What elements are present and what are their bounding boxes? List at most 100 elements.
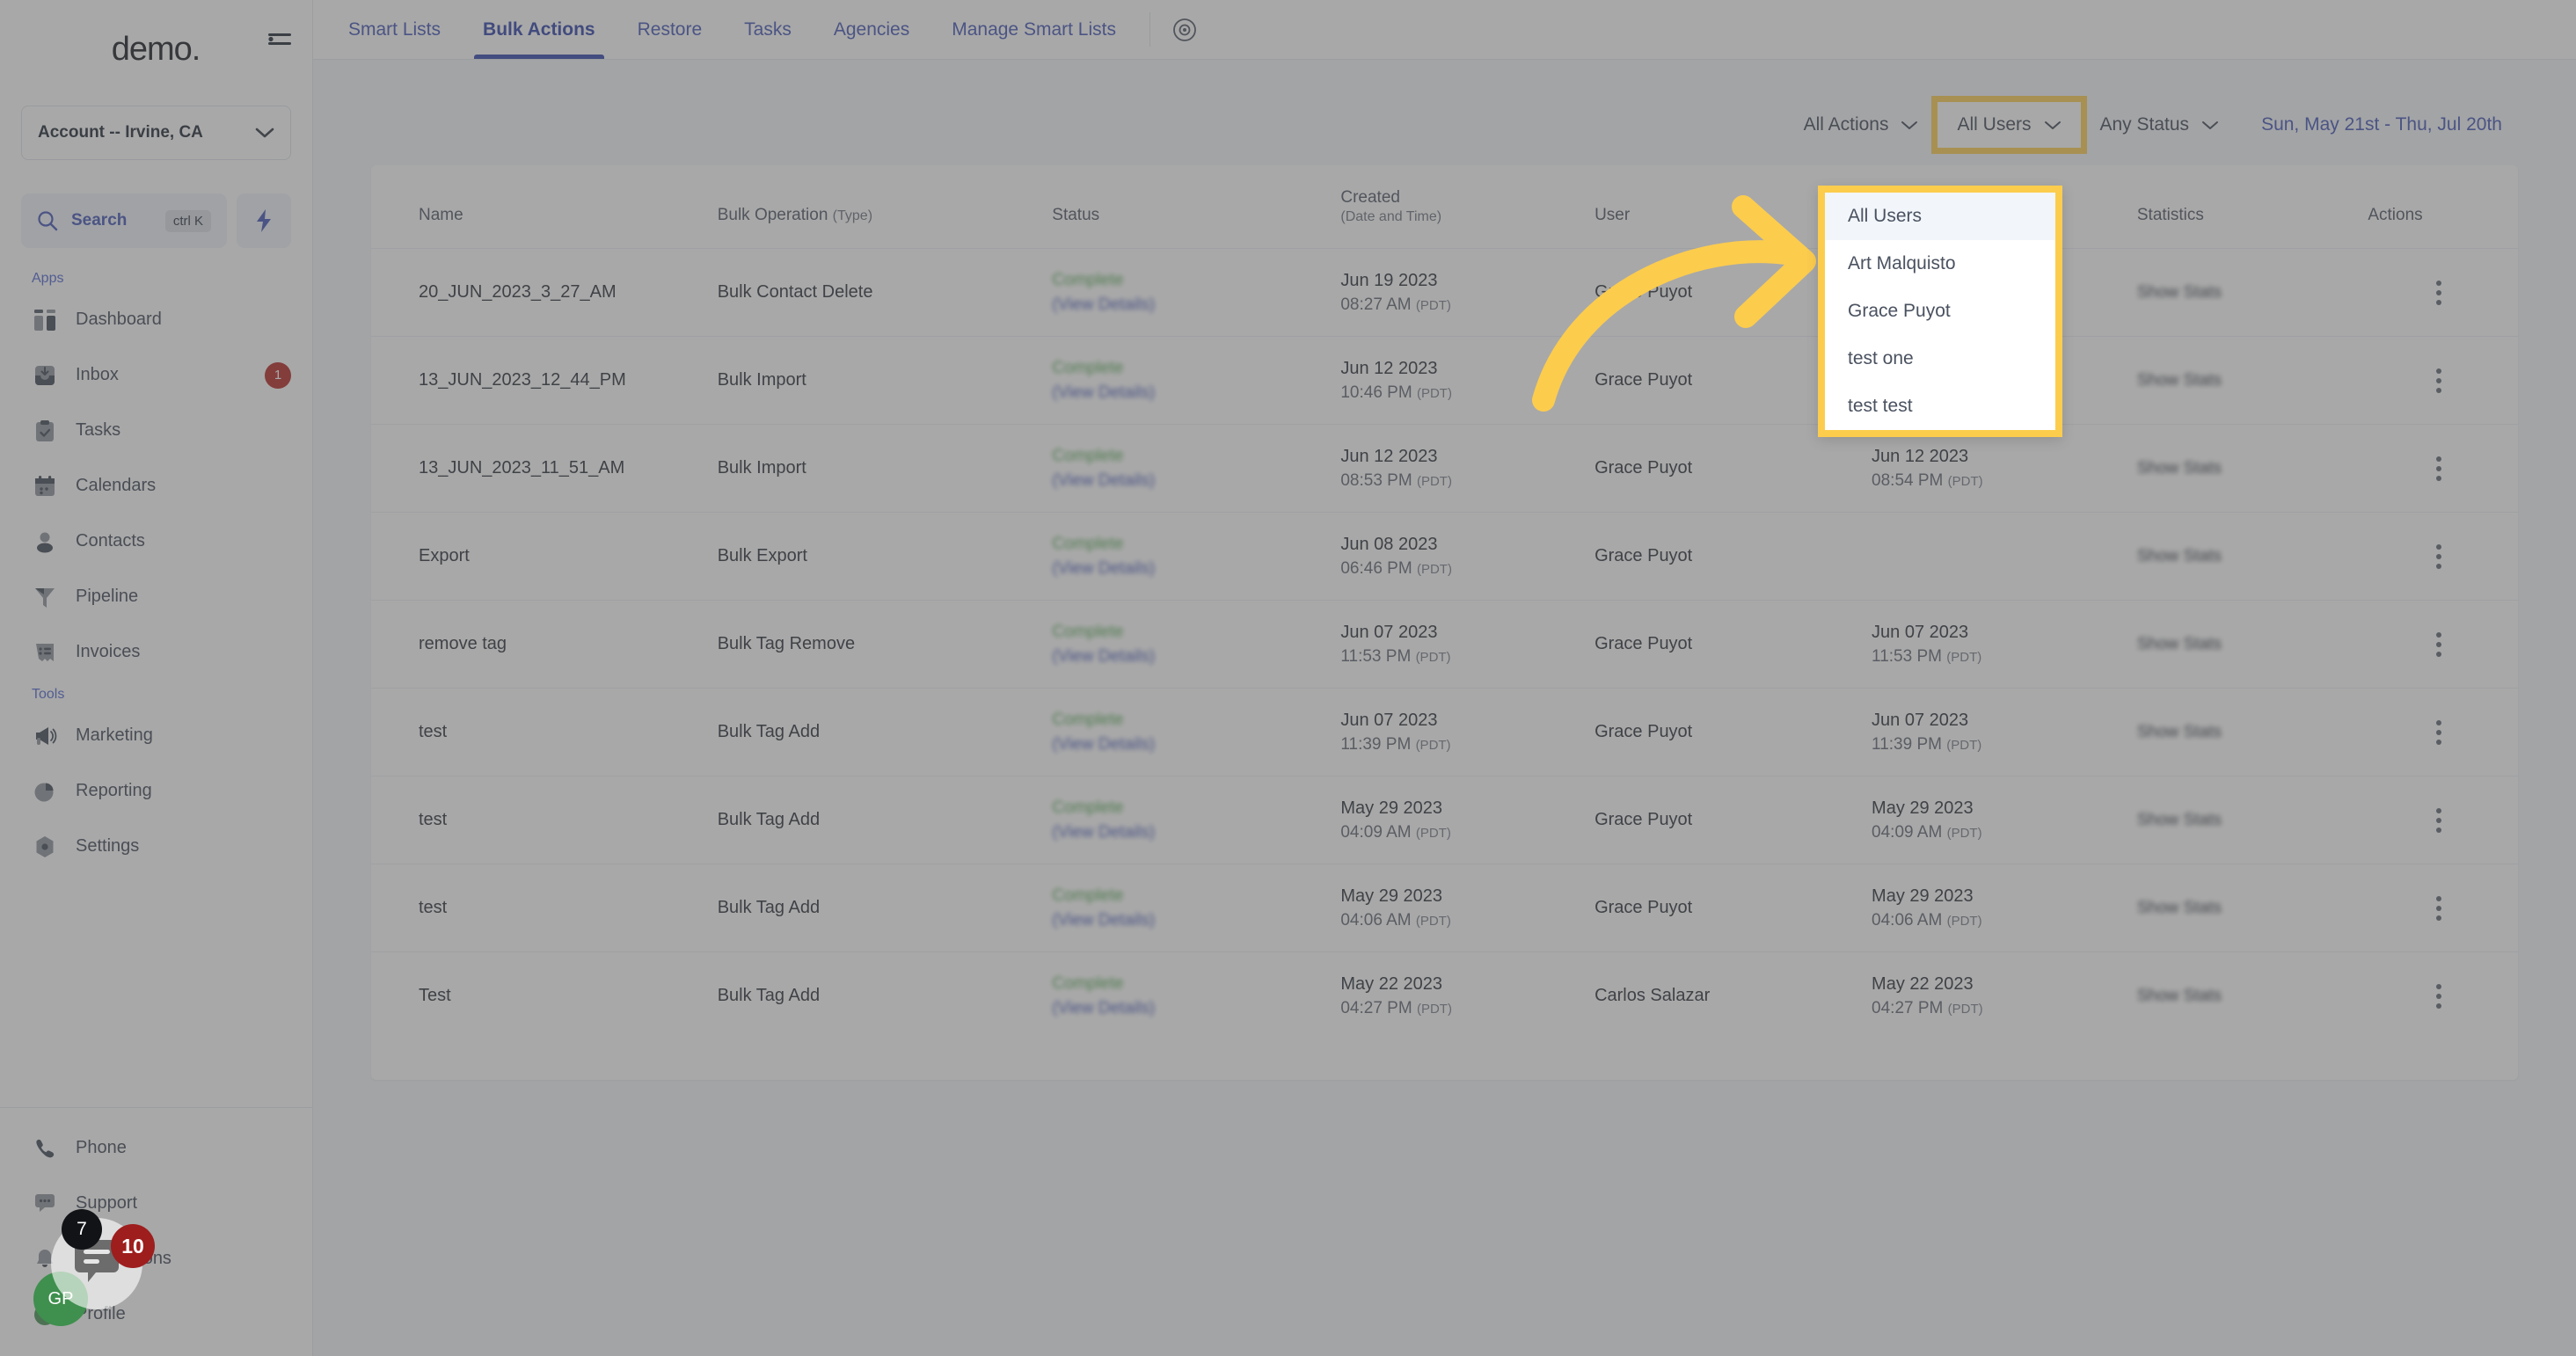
- table-row[interactable]: test Bulk Tag Add Complete (View Details) Ma…: [371, 864, 2518, 952]
- show-stats-link[interactable]: Show Stats: [2137, 899, 2222, 917]
- sidebar-item-support[interactable]: Support: [0, 1176, 312, 1231]
- row-actions-menu-icon[interactable]: [2368, 631, 2509, 657]
- quick-actions-button[interactable]: [237, 193, 291, 248]
- table-row[interactable]: test Bulk Tag Add Complete (View Details) Ju…: [371, 688, 2518, 776]
- cell-actions[interactable]: [2368, 601, 2518, 689]
- sidebar-item-invoices[interactable]: Invoices: [0, 624, 312, 680]
- status-complete-label: Complete: [1052, 798, 1124, 817]
- row-actions-menu-icon[interactable]: [2368, 280, 2509, 305]
- view-details-link[interactable]: (View Details): [1052, 471, 1332, 491]
- cell-status: Complete (View Details): [1052, 337, 1340, 425]
- row-actions-menu-icon[interactable]: [2368, 368, 2509, 393]
- view-details-link[interactable]: (View Details): [1052, 647, 1332, 667]
- dropdown-option-art-malquisto[interactable]: Art Malquisto: [1825, 240, 2055, 288]
- column-header-created[interactable]: Created (Date and Time): [1340, 165, 1594, 249]
- tab-bulk-actions[interactable]: Bulk Actions: [462, 0, 617, 59]
- row-actions-menu-icon[interactable]: [2368, 983, 2509, 1009]
- sidebar-item-label: Inbox: [76, 365, 119, 384]
- sidebar-item-phone[interactable]: Phone: [0, 1120, 312, 1176]
- header-sub: (Type): [832, 208, 873, 223]
- dropdown-option-all-users[interactable]: All Users: [1825, 193, 2055, 240]
- column-header-status[interactable]: Status: [1052, 165, 1340, 249]
- sidebar-item-tasks[interactable]: Tasks: [0, 403, 312, 458]
- tab-manage-smart-lists[interactable]: Manage Smart Lists: [930, 0, 1137, 59]
- cell-actions[interactable]: [2368, 425, 2518, 513]
- dropdown-option-test-test[interactable]: test test: [1825, 383, 2055, 430]
- cell-created: Jun 12 2023 10:46 PM (PDT): [1340, 337, 1594, 425]
- view-details-link[interactable]: (View Details): [1052, 383, 1332, 403]
- sidebar-item-reporting[interactable]: Reporting: [0, 763, 312, 819]
- cell-actions[interactable]: [2368, 864, 2518, 952]
- view-details-link[interactable]: (View Details): [1052, 295, 1332, 315]
- table-row[interactable]: 13_JUN_2023_12_44_PM Bulk Import Complete (…: [371, 336, 2518, 425]
- cell-actions[interactable]: [2368, 689, 2518, 776]
- sidebar-item-contacts[interactable]: Contacts: [0, 514, 312, 569]
- sidebar-item-settings[interactable]: Settings: [0, 819, 312, 874]
- show-stats-link[interactable]: Show Stats: [2137, 811, 2222, 829]
- table-row[interactable]: remove tag Bulk Tag Remove Complete (View D…: [371, 600, 2518, 689]
- show-stats-link[interactable]: Show Stats: [2137, 371, 2222, 390]
- dropdown-option-grace-puyot[interactable]: Grace Puyot: [1825, 288, 2055, 335]
- tab-smart-lists[interactable]: Smart Lists: [327, 0, 462, 59]
- view-details-link[interactable]: (View Details): [1052, 823, 1332, 842]
- cell-statistics: Show Stats: [2137, 337, 2368, 425]
- row-actions-menu-icon[interactable]: [2368, 543, 2509, 569]
- show-stats-link[interactable]: Show Stats: [2137, 987, 2222, 1005]
- cell-actions[interactable]: [2368, 337, 2518, 425]
- cell-status: Complete (View Details): [1052, 689, 1340, 776]
- tasks-icon: [32, 418, 58, 444]
- filter-users[interactable]: All Users: [1931, 96, 2087, 154]
- view-details-link[interactable]: (View Details): [1052, 999, 1332, 1018]
- tab-agencies[interactable]: Agencies: [813, 0, 930, 59]
- dropdown-option-test-one[interactable]: test one: [1825, 335, 2055, 383]
- main-area: Smart Lists Bulk Actions Restore Tasks A…: [313, 0, 2576, 1356]
- column-header-statistics[interactable]: Statistics: [2137, 165, 2368, 249]
- table-row[interactable]: test Bulk Tag Add Complete (View Details) Ma…: [371, 776, 2518, 864]
- account-selector[interactable]: Account -- Irvine, CA: [21, 106, 291, 160]
- show-stats-link[interactable]: Show Stats: [2137, 283, 2222, 302]
- show-stats-link[interactable]: Show Stats: [2137, 723, 2222, 741]
- column-header-actions[interactable]: Actions: [2368, 165, 2518, 249]
- row-actions-menu-icon[interactable]: [2368, 807, 2509, 833]
- table-row[interactable]: 13_JUN_2023_11_51_AM Bulk Import Complete (…: [371, 424, 2518, 513]
- filter-actions[interactable]: All Actions: [1784, 102, 1938, 148]
- sidebar-item-dashboard[interactable]: Dashboard: [0, 292, 312, 347]
- view-details-link[interactable]: (View Details): [1052, 911, 1332, 930]
- header-sub: (Date and Time): [1340, 209, 1442, 224]
- sidebar-item-marketing[interactable]: Marketing: [0, 708, 312, 763]
- row-actions-menu-icon[interactable]: [2368, 895, 2509, 921]
- date-range-picker[interactable]: Sun, May 21st - Thu, Jul 20th: [2238, 102, 2511, 148]
- time-value: 04:06 AM (PDT): [1340, 910, 1451, 930]
- show-stats-link[interactable]: Show Stats: [2137, 459, 2222, 478]
- sidebar-item-inbox[interactable]: Inbox 1: [0, 347, 312, 403]
- search-row: Search ctrl K: [21, 193, 291, 248]
- table-row[interactable]: 20_JUN_2023_3_27_AM Bulk Contact Delete Co…: [371, 248, 2518, 337]
- cell-actions[interactable]: [2368, 952, 2518, 1040]
- chat-badge-unread: 10: [111, 1224, 155, 1268]
- pie-chart-icon: [32, 778, 58, 805]
- view-details-link[interactable]: (View Details): [1052, 559, 1332, 579]
- search-input[interactable]: Search ctrl K: [21, 193, 227, 248]
- column-header-operation[interactable]: Bulk Operation (Type): [718, 165, 1053, 249]
- cell-updated: Jun 12 2023 08:54 PM (PDT): [1872, 425, 2137, 513]
- sidebar-item-pipeline[interactable]: Pipeline: [0, 569, 312, 624]
- show-stats-link[interactable]: Show Stats: [2137, 547, 2222, 565]
- row-actions-menu-icon[interactable]: [2368, 456, 2509, 481]
- table-row[interactable]: Export Bulk Export Complete (View Details) J…: [371, 512, 2518, 601]
- collapse-sidebar-button[interactable]: [265, 25, 295, 55]
- cell-operation: Bulk Import: [717, 370, 806, 390]
- tab-tasks[interactable]: Tasks: [723, 0, 813, 59]
- filter-status[interactable]: Any Status: [2081, 102, 2239, 148]
- table-row[interactable]: Test Bulk Tag Add Complete (View Details) Ma…: [371, 951, 2518, 1040]
- cell-operation: Bulk Contact Delete: [717, 282, 873, 302]
- row-actions-menu-icon[interactable]: [2368, 719, 2509, 745]
- cell-actions[interactable]: [2368, 513, 2518, 601]
- cell-actions[interactable]: [2368, 249, 2518, 337]
- cell-actions[interactable]: [2368, 776, 2518, 864]
- tab-restore[interactable]: Restore: [617, 0, 724, 59]
- settings-button[interactable]: [1164, 0, 1205, 59]
- column-header-name[interactable]: Name: [371, 165, 718, 249]
- sidebar-item-calendars[interactable]: Calendars: [0, 458, 312, 514]
- view-details-link[interactable]: (View Details): [1052, 735, 1332, 755]
- show-stats-link[interactable]: Show Stats: [2137, 635, 2222, 653]
